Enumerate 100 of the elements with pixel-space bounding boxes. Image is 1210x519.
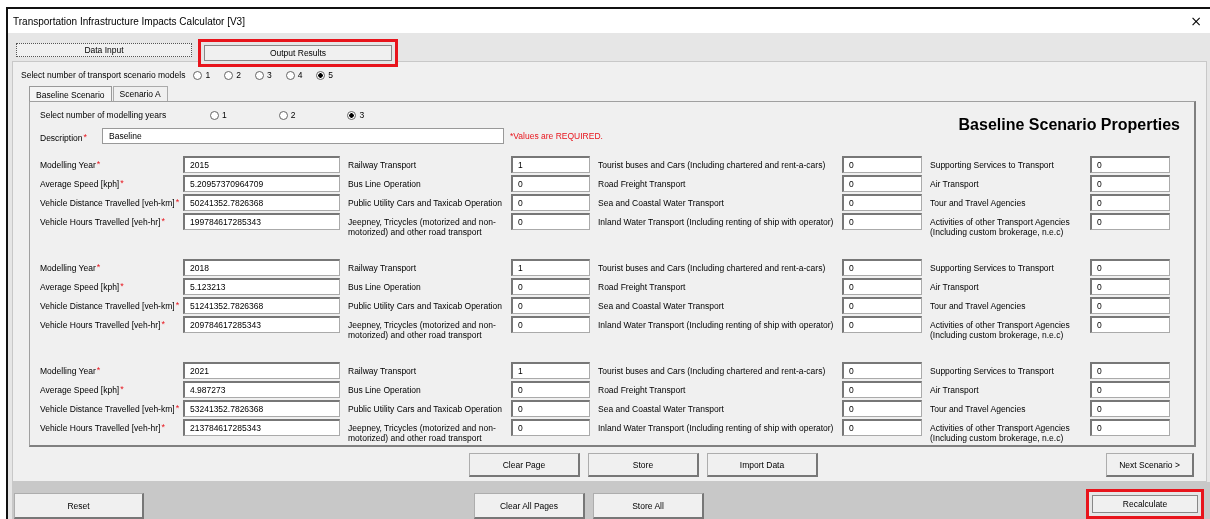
- input-field[interactable]: 0: [842, 175, 922, 192]
- input-field[interactable]: 0: [1090, 400, 1170, 417]
- input-field[interactable]: 0: [511, 400, 590, 417]
- sector-label: Air Transport: [929, 178, 980, 189]
- input-field[interactable]: 4.987273: [183, 381, 340, 398]
- input-field[interactable]: 0: [1090, 297, 1170, 314]
- sector-label: Public Utility Cars and Taxicab Operation: [347, 300, 503, 311]
- input-field[interactable]: 0: [1090, 156, 1170, 173]
- input-field[interactable]: 2021: [183, 362, 340, 379]
- input-field[interactable]: 1: [511, 259, 590, 276]
- field-label: Average Speed [kph]: [40, 179, 120, 189]
- input-field[interactable]: 0: [1090, 316, 1170, 333]
- input-field[interactable]: 213784617285343: [183, 419, 340, 436]
- action-button[interactable]: Store All: [593, 493, 704, 519]
- field-label: Vehicle Hours Travelled [veh-hr]: [40, 423, 161, 433]
- input-field[interactable]: 0: [511, 278, 590, 295]
- sector-label: Activities of other Transport Agencies (Including custom brokerage, n.e.c): [929, 216, 1071, 237]
- sector-label: Activities of other Transport Agencies (Including custom brokerage, n.e.c): [929, 319, 1071, 340]
- input-field[interactable]: 5.20957370964709: [183, 175, 340, 192]
- action-button[interactable]: Recalculate: [1086, 489, 1204, 519]
- input-field[interactable]: 199784617285343: [183, 213, 340, 230]
- input-field[interactable]: 1: [511, 156, 590, 173]
- required-mark: *: [161, 217, 165, 225]
- action-button[interactable]: Store: [588, 453, 699, 477]
- input-field[interactable]: 0: [1090, 362, 1170, 379]
- sector-label: Tourist buses and Cars (Including chartered and rent-a-cars): [597, 262, 827, 273]
- input-field[interactable]: 2018: [183, 259, 340, 276]
- input-field[interactable]: 0: [511, 194, 590, 211]
- input-field[interactable]: 0: [1090, 419, 1170, 436]
- input-field[interactable]: 1: [511, 362, 590, 379]
- sector-label: Supporting Services to Transport: [929, 262, 1055, 273]
- field-label: Vehicle Distance Travelled [veh-km]: [40, 404, 175, 414]
- input-field[interactable]: 0: [1090, 194, 1170, 211]
- input-field[interactable]: 0: [842, 381, 922, 398]
- input-field[interactable]: 0: [1090, 278, 1170, 295]
- input-field[interactable]: 209784617285343: [183, 316, 340, 333]
- field-label: Modelling Year: [40, 366, 96, 376]
- sector-label: Sea and Coastal Water Transport: [597, 300, 725, 311]
- input-field[interactable]: 0: [842, 297, 922, 314]
- action-button[interactable]: Reset: [14, 493, 144, 519]
- sector-label: Railway Transport: [347, 159, 418, 170]
- input-field[interactable]: 0: [842, 362, 922, 379]
- sector-label: Tour and Travel Agencies: [929, 300, 1027, 311]
- field-label: Vehicle Distance Travelled [veh-km]: [40, 301, 175, 311]
- input-field[interactable]: 0: [1090, 259, 1170, 276]
- required-mark: *: [175, 301, 180, 309]
- required-note: *Values are REQUIRED.: [510, 131, 603, 141]
- sector-label: Activities of other Transport Agencies (Including custom brokerage, n.e.c): [929, 422, 1071, 443]
- input-field[interactable]: 0: [842, 213, 922, 230]
- action-button[interactable]: Clear Page: [469, 453, 580, 477]
- input-field[interactable]: 2015: [183, 156, 340, 173]
- input-field[interactable]: 0: [842, 400, 922, 417]
- tab[interactable]: Baseline Scenario: [29, 86, 112, 102]
- input-field[interactable]: 53241352.7826368: [183, 400, 340, 417]
- input-field[interactable]: 0: [511, 213, 590, 230]
- input-field[interactable]: 50241352.7826368: [183, 194, 340, 211]
- field-label: Vehicle Hours Travelled [veh-hr]: [40, 217, 161, 227]
- sector-label: Supporting Services to Transport: [929, 159, 1055, 170]
- field-label: Modelling Year: [40, 160, 96, 170]
- required-mark: *: [96, 366, 101, 374]
- input-field[interactable]: 0: [511, 419, 590, 436]
- input-field[interactable]: 0: [842, 419, 922, 436]
- input-field[interactable]: 0: [842, 278, 922, 295]
- input-field[interactable]: 0: [1090, 213, 1170, 230]
- sector-label: Air Transport: [929, 384, 980, 395]
- sector-label: Public Utility Cars and Taxicab Operation: [347, 197, 503, 208]
- input-field[interactable]: 0: [511, 175, 590, 192]
- required-mark: *: [96, 160, 101, 168]
- input-field[interactable]: 0: [842, 259, 922, 276]
- input-field[interactable]: 0: [1090, 381, 1170, 398]
- action-button[interactable]: Import Data: [707, 453, 818, 477]
- sector-label: Bus Line Operation: [347, 384, 422, 395]
- tab[interactable]: Scenario A: [112, 86, 168, 101]
- sector-label: Sea and Coastal Water Transport: [597, 197, 725, 208]
- sector-label: Road Freight Transport: [597, 281, 687, 292]
- sector-label: Bus Line Operation: [347, 178, 422, 189]
- input-field[interactable]: 0: [511, 381, 590, 398]
- action-button[interactable]: Clear All Pages: [474, 493, 585, 519]
- input-field[interactable]: 0: [1090, 175, 1170, 192]
- tab[interactable]: Data Input: [16, 43, 192, 57]
- field-label: Average Speed [kph]: [40, 282, 120, 292]
- next-button[interactable]: Next Scenario >: [1106, 453, 1194, 477]
- required-mark: *: [96, 263, 101, 271]
- close-button[interactable]: ×: [1188, 14, 1204, 28]
- description-field[interactable]: Baseline: [102, 128, 504, 144]
- sector-label: Jeepney, Tricycles (motorized and non-motorized) and other road transport: [347, 319, 497, 340]
- required-mark: *: [120, 385, 124, 393]
- input-field[interactable]: 0: [842, 194, 922, 211]
- radio-group-label: Select number of modelling years: [40, 110, 168, 120]
- input-field[interactable]: 51241352.7826368: [183, 297, 340, 314]
- required-mark: *: [83, 133, 88, 141]
- sector-label: Railway Transport: [347, 365, 418, 376]
- input-field[interactable]: 0: [511, 297, 590, 314]
- field-label: Description: [40, 133, 83, 143]
- input-field[interactable]: 0: [511, 316, 590, 333]
- input-field[interactable]: 0: [842, 316, 922, 333]
- input-field[interactable]: 5.123213: [183, 278, 340, 295]
- input-field[interactable]: 0: [842, 156, 922, 173]
- sector-label: Railway Transport: [347, 262, 418, 273]
- tab[interactable]: Output Results: [198, 39, 398, 67]
